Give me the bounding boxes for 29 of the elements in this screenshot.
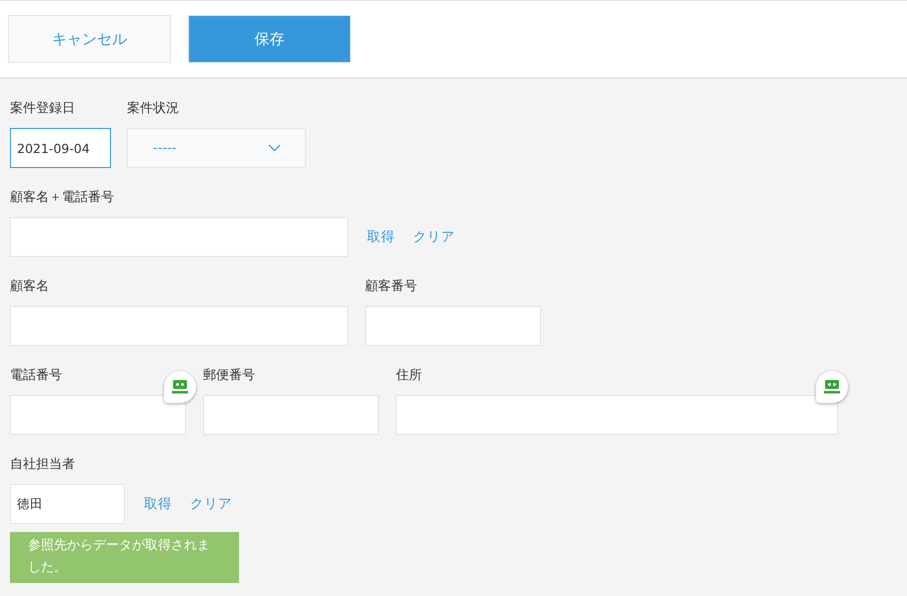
field-label: 住所 — [396, 367, 423, 385]
input-field[interactable] — [10, 217, 348, 257]
input-field[interactable] — [10, 395, 186, 435]
field-label: 顧客名＋電話番号 — [10, 189, 115, 207]
input-field[interactable] — [365, 306, 541, 346]
action-link[interactable]: クリア — [413, 228, 455, 246]
lookup-badge-icon[interactable] — [164, 371, 196, 403]
lookup-badge-icon[interactable] — [816, 371, 848, 403]
action-link[interactable]: 取得 — [367, 228, 395, 246]
input-field[interactable] — [10, 306, 348, 346]
status-dropdown[interactable]: ----- — [127, 128, 306, 168]
action-link[interactable]: 取得 — [144, 495, 172, 513]
field-label: 郵便番号 — [203, 367, 256, 385]
date-field[interactable]: 2021-09-04 — [10, 128, 111, 168]
field-label: 自社担当者 — [10, 456, 76, 474]
field-label: 案件登録日 — [10, 100, 76, 118]
action-link[interactable]: クリア — [190, 495, 232, 513]
success-message: 参照先からデータが取得されました。 — [10, 532, 239, 583]
field-label: 電話番号 — [10, 367, 63, 385]
input-field[interactable] — [396, 395, 838, 435]
chevron-down-icon — [268, 144, 281, 152]
input-field[interactable] — [203, 395, 379, 435]
save-button[interactable]: 保存 — [188, 15, 351, 63]
field-label: 顧客番号 — [365, 278, 418, 296]
field-label: 顧客名 — [10, 278, 50, 296]
input-field[interactable]: 徳田 — [10, 484, 125, 524]
dropdown-value: ----- — [153, 140, 176, 156]
field-label: 案件状況 — [127, 100, 180, 118]
cancel-button[interactable]: キャンセル — [8, 15, 171, 63]
